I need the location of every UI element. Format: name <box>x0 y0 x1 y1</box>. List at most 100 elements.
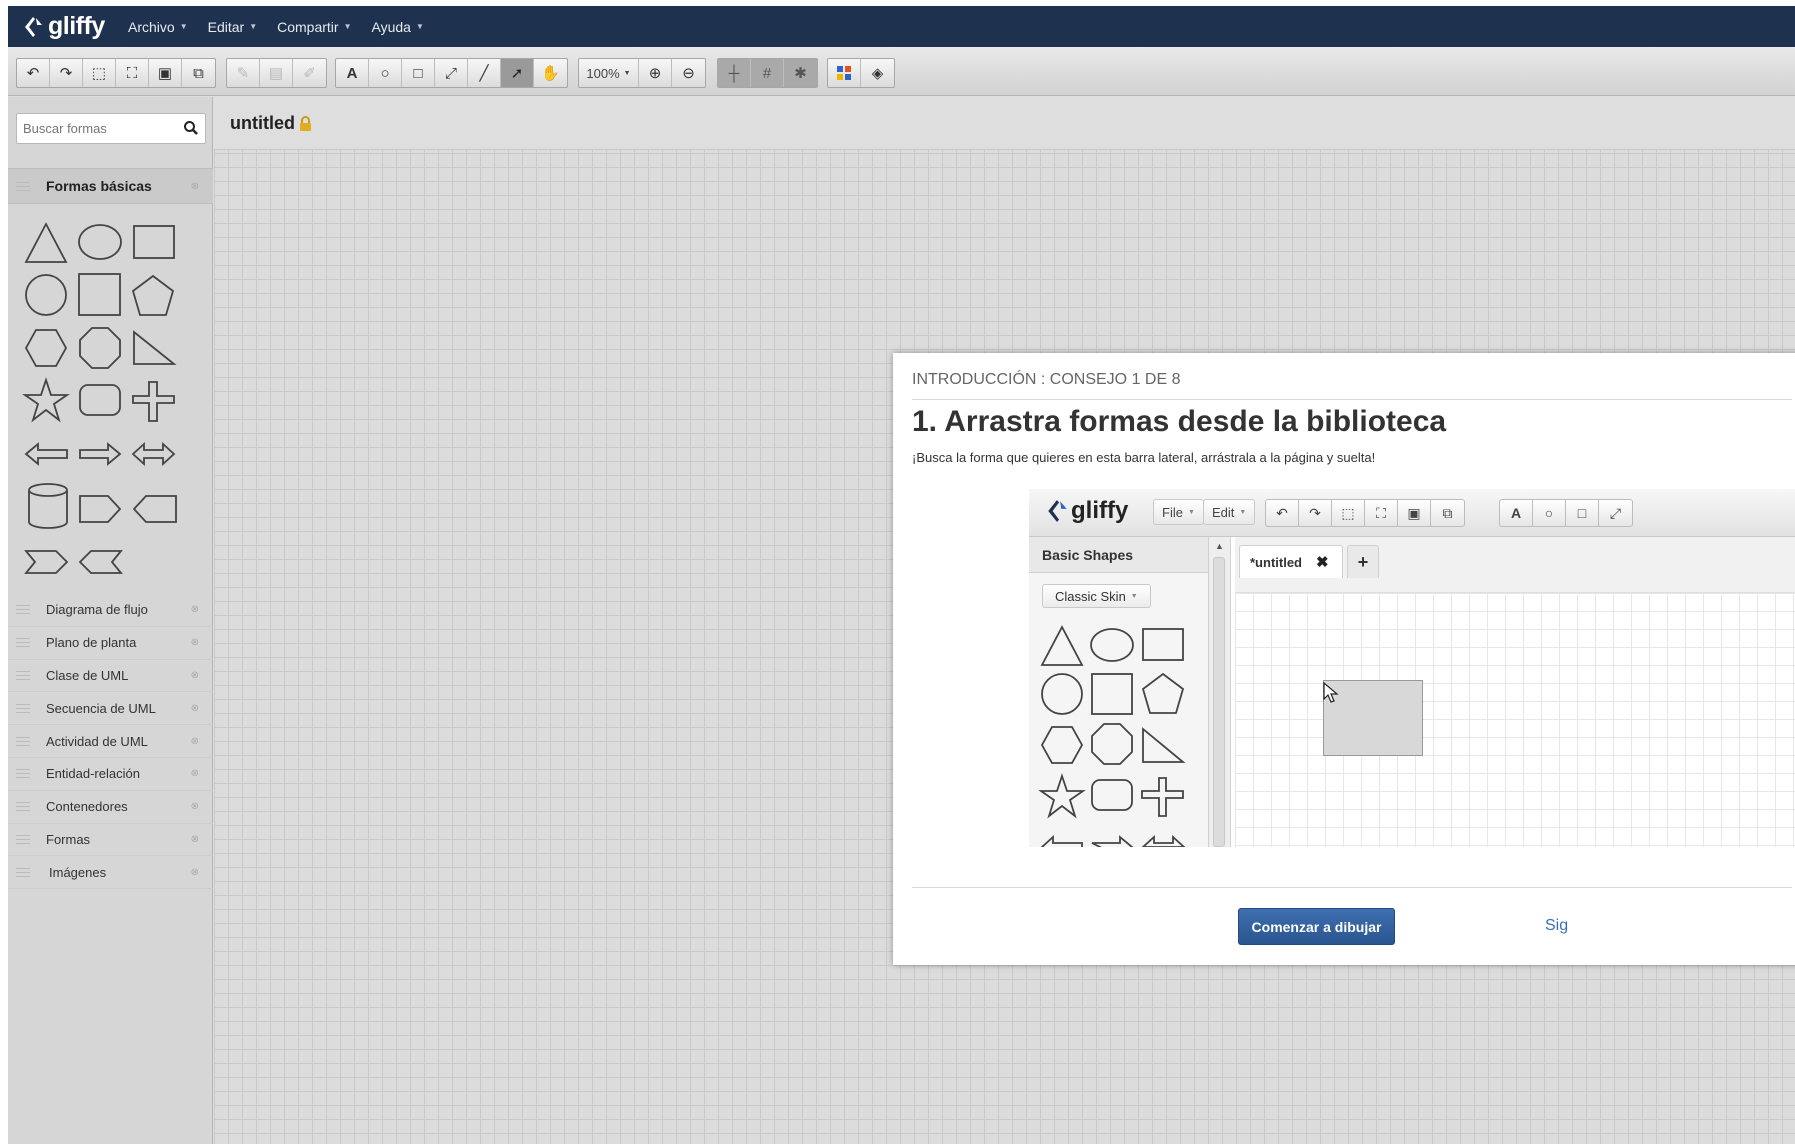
category-item[interactable]: Formas ⊗ <box>8 824 213 857</box>
delay-shape[interactable] <box>79 495 122 523</box>
paint-button[interactable]: ✐ <box>293 59 326 87</box>
search-icon[interactable] <box>183 120 199 136</box>
drag-handle-icon[interactable] <box>16 736 30 746</box>
group-button[interactable]: ⛶ <box>116 59 149 87</box>
close-icon[interactable]: ⊗ <box>191 604 199 615</box>
tutorial-sidebar: Basic Shapes Classic Skin ▼ <box>1029 537 1209 847</box>
start-drawing-button[interactable]: Comenzar a dibujar <box>1238 908 1395 945</box>
document-title[interactable]: untitled <box>230 113 295 134</box>
double-arrow-shape[interactable] <box>131 441 176 467</box>
zoom-out-icon: ⊖ <box>682 65 695 82</box>
menu-compartir[interactable]: Compartir ▼ <box>277 19 351 35</box>
hand-tool-button[interactable]: ✋ <box>534 59 567 87</box>
mouse-cursor-icon <box>1323 682 1339 703</box>
category-item[interactable]: Plano de planta ⊗ <box>8 627 213 660</box>
tutorial-shapes <box>1038 625 1186 847</box>
layers-button[interactable]: ◈ <box>861 59 894 87</box>
connector-tool-button[interactable]: ⤢ <box>435 59 468 87</box>
close-icon[interactable]: ⊗ <box>191 736 199 747</box>
circle-shape[interactable] <box>25 274 67 316</box>
close-icon[interactable]: ⊗ <box>191 768 199 779</box>
display-shape[interactable] <box>132 495 177 523</box>
rounded-rectangle-shape[interactable] <box>79 384 121 416</box>
cylinder-shape[interactable] <box>28 483 68 529</box>
drag-handle-icon[interactable] <box>16 181 30 191</box>
menu-archivo[interactable]: Archivo ▼ <box>128 19 188 35</box>
ellipse-shape[interactable] <box>78 224 122 260</box>
undo-button[interactable]: ↶ <box>17 59 50 87</box>
close-icon[interactable]: ⊗ <box>191 703 199 714</box>
bring-front-button[interactable]: ▣ <box>149 59 182 87</box>
zoom-out-button[interactable]: ⊖ <box>672 59 705 87</box>
pointer-tool-button[interactable]: ➚ <box>501 59 534 87</box>
send-back-button[interactable]: ⧉ <box>182 59 215 87</box>
pencil-button[interactable]: ✎ <box>227 59 260 87</box>
chevron-right-shape[interactable] <box>24 550 69 574</box>
gliffy-logo-icon <box>25 16 42 37</box>
divider <box>912 887 1792 888</box>
guides-button[interactable]: ┼ <box>718 59 751 87</box>
menu-bar: gliffy Archivo ▼ Editar ▼ Compartir ▼ Ayuda… <box>8 6 1795 47</box>
grid-button[interactable]: # <box>751 59 784 87</box>
close-icon[interactable]: ⊗ <box>191 801 199 812</box>
themes-button[interactable] <box>828 59 861 87</box>
category-item[interactable]: Contenedores ⊗ <box>8 791 213 824</box>
category-item[interactable]: Clase de UML ⊗ <box>8 660 213 693</box>
snap-button[interactable]: ✱ <box>784 59 817 87</box>
rectangle-tool-button[interactable]: □ <box>402 59 435 87</box>
drag-handle-icon[interactable] <box>16 834 30 844</box>
gliffy-logo[interactable]: gliffy <box>22 12 128 41</box>
category-item[interactable]: Diagrama de flujo ⊗ <box>8 594 213 627</box>
category-header-basic-shapes[interactable]: Formas básicas ⊗ <box>8 168 213 204</box>
category-item[interactable]: Actividad de UML ⊗ <box>8 725 213 758</box>
undo-icon: ↶ <box>1266 500 1299 526</box>
undo-icon: ↶ <box>26 65 40 82</box>
star-shape[interactable] <box>22 377 70 423</box>
ellipse-tool-button[interactable]: ○ <box>369 59 402 87</box>
close-icon[interactable]: ⊗ <box>191 670 199 681</box>
text-tool-button[interactable]: A <box>336 59 369 87</box>
lock-icon[interactable] <box>299 116 312 132</box>
select-all-button[interactable]: ⬚ <box>83 59 116 87</box>
zoom-in-button[interactable]: ⊕ <box>639 59 672 87</box>
menu-ayuda[interactable]: Ayuda ▼ <box>372 19 424 35</box>
chevron-left-shape[interactable] <box>78 550 123 574</box>
cross-shape[interactable] <box>132 381 175 422</box>
drag-handle-icon[interactable] <box>16 703 30 713</box>
pentagon-shape[interactable] <box>131 274 175 316</box>
hexagon-shape[interactable] <box>24 329 68 367</box>
drag-handle-icon[interactable] <box>16 867 30 877</box>
category-item[interactable]: Entidad-relación ⊗ <box>8 758 213 791</box>
drag-handle-icon[interactable] <box>16 605 30 615</box>
text-format-icon: ▤ <box>268 65 284 82</box>
square-shape[interactable] <box>78 273 121 316</box>
right-triangle-shape[interactable] <box>133 330 177 365</box>
next-tip-link[interactable]: Sig <box>1545 917 1568 935</box>
text-format-button[interactable]: ▤ <box>260 59 293 87</box>
drag-handle-icon[interactable] <box>16 638 30 648</box>
menu-editar[interactable]: Editar ▼ <box>208 19 258 35</box>
tutorial-toolbar: gliffy File ▼ Edit ▼ ↶ ↷ ⬚ ⛶ ▣ ⧉ A ○ □ ⤢ <box>1029 489 1795 537</box>
close-icon[interactable]: ⊗ <box>191 637 199 648</box>
left-arrow-shape[interactable] <box>24 442 68 466</box>
drag-handle-icon[interactable] <box>16 802 30 812</box>
search-box <box>16 113 206 144</box>
toolbar: ↶ ↷ ⬚ ⛶ ▣ ⧉ ✎ ▤ ✐ A ○ □ ⤢ ╱ ➚ ✋ 100% ▼ ⊕ … <box>8 47 1795 96</box>
redo-button[interactable]: ↷ <box>50 59 83 87</box>
category-item[interactable]: Imágenes ⊗ <box>8 856 213 890</box>
drag-handle-icon[interactable] <box>16 670 30 680</box>
close-icon[interactable]: ⊗ <box>191 834 199 845</box>
close-icon[interactable]: ⊗ <box>191 181 199 192</box>
close-icon[interactable]: ⊗ <box>191 867 199 878</box>
category-item[interactable]: Secuencia de UML ⊗ <box>8 692 213 726</box>
drag-handle-icon[interactable] <box>16 769 30 779</box>
triangle-shape[interactable] <box>24 222 68 263</box>
octagon-shape[interactable] <box>79 327 121 369</box>
right-arrow-shape[interactable] <box>79 442 122 466</box>
rectangle-shape[interactable] <box>133 225 175 259</box>
logo-text: gliffy <box>48 12 105 40</box>
pointer-icon: ➚ <box>510 65 524 82</box>
line-tool-button[interactable]: ╱ <box>468 59 501 87</box>
zoom-select[interactable]: 100% ▼ <box>579 59 639 87</box>
search-input[interactable] <box>23 121 183 136</box>
